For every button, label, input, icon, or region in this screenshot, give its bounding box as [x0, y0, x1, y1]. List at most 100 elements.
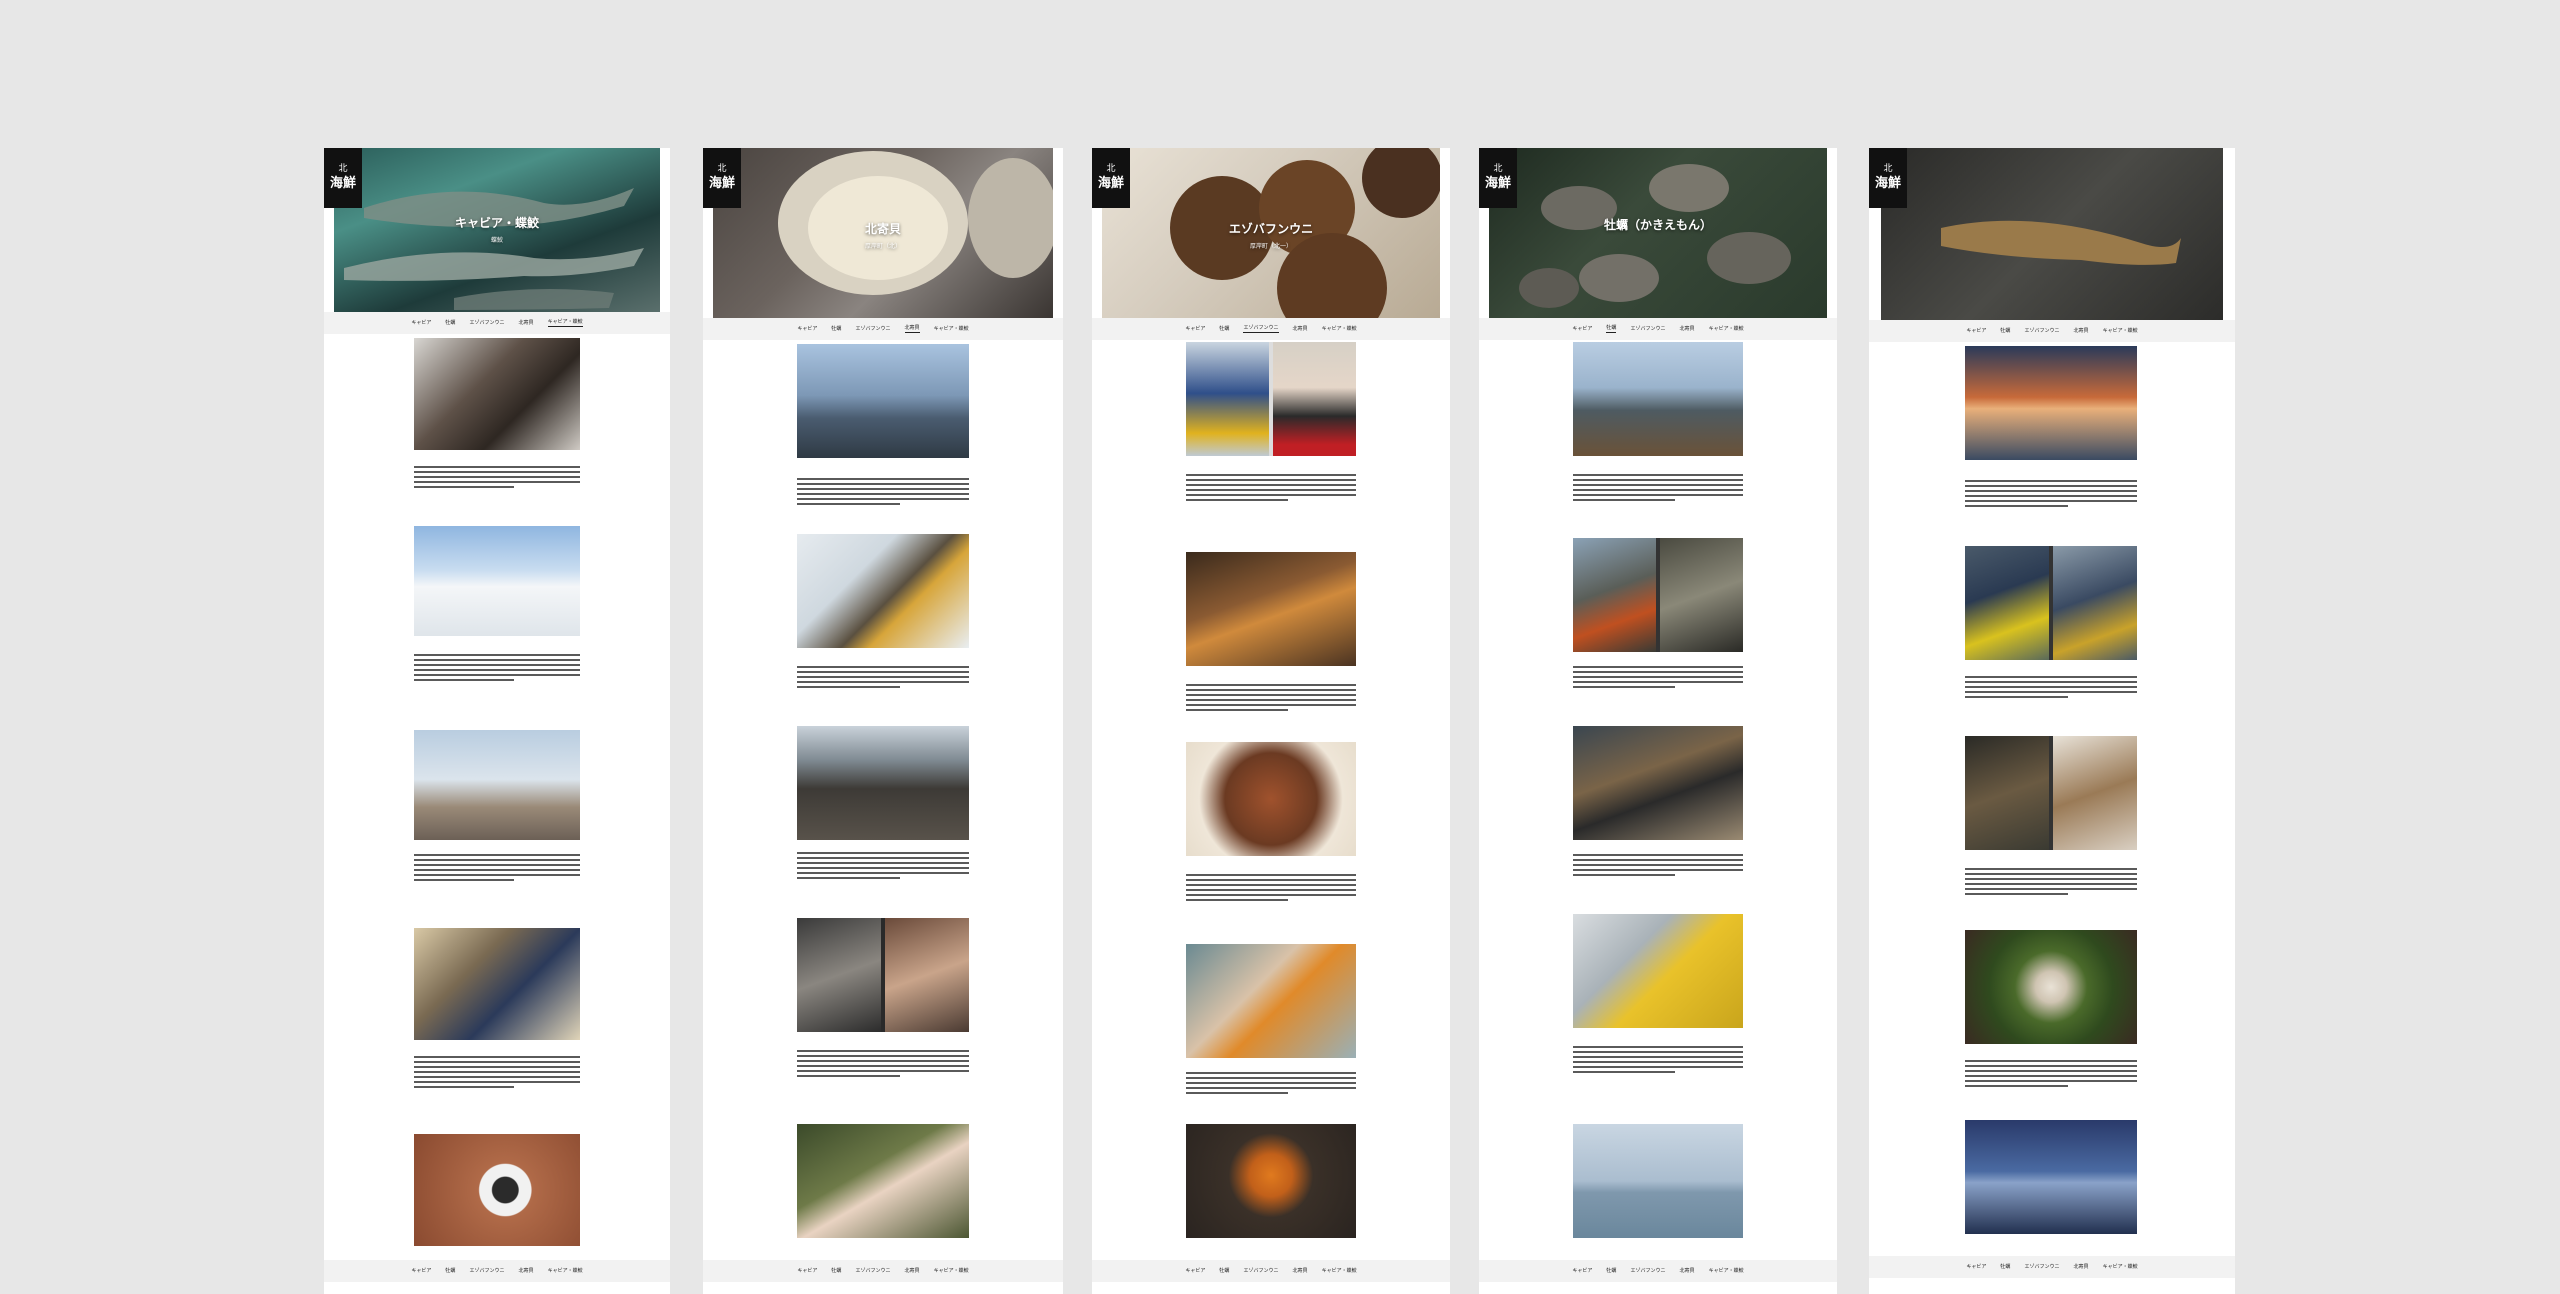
site-logo[interactable]: 北 海鮮	[324, 148, 362, 208]
product-tabs-footer: キャビア 牡蠣 エゾバフンウニ 北寄貝 キャビア・蝶鮫	[1479, 1260, 1837, 1282]
tab-oyster[interactable]: 牡蠣	[2000, 1264, 2010, 1271]
article-page-4: 北 海鮮 牡蠣（かきえもん） キャビア 牡蠣 エゾバフンウニ 北寄貝 キャビア・…	[1479, 148, 1837, 1294]
tab-oyster[interactable]: 牡蠣	[831, 1268, 841, 1275]
tab-caviar[interactable]: キャビア	[1966, 1264, 1986, 1271]
photo-right-half	[2053, 736, 2137, 850]
tab-sturgeon[interactable]: キャビア・蝶鮫	[548, 1268, 583, 1275]
article-paragraph	[1573, 666, 1743, 691]
page-title: キャビア・蝶鮫	[454, 216, 539, 230]
article-photo	[1186, 1124, 1356, 1238]
tab-caviar[interactable]: キャビア	[1185, 1268, 1205, 1275]
tab-caviar[interactable]: キャビア	[797, 1268, 817, 1275]
tab-surf-clam[interactable]: 北寄貝	[519, 1268, 534, 1275]
tab-sea-urchin[interactable]: エゾバフンウニ	[1243, 1268, 1278, 1275]
logo-small-text: 北	[338, 164, 348, 175]
tab-sturgeon[interactable]: キャビア・蝶鮫	[1709, 326, 1744, 333]
tab-sturgeon[interactable]: キャビア・蝶鮫	[1322, 1268, 1357, 1275]
tab-surf-clam[interactable]: 北寄貝	[2074, 1264, 2089, 1271]
article-photo	[414, 526, 580, 636]
article-photo	[414, 1134, 580, 1246]
article-photo	[797, 918, 969, 1032]
tab-caviar[interactable]: キャビア	[1572, 326, 1592, 333]
hero-section: 北 海鮮 エゾバフンウニ 厚岸町（北一）	[1092, 148, 1450, 344]
tab-sturgeon[interactable]: キャビア・蝶鮫	[1709, 1268, 1744, 1275]
article-photo	[1573, 914, 1743, 1028]
tab-oyster[interactable]: 牡蠣	[1606, 325, 1617, 333]
article-paragraph	[1186, 874, 1356, 904]
tab-caviar[interactable]: キャビア	[1185, 326, 1205, 333]
tab-surf-clam[interactable]: 北寄貝	[1293, 326, 1308, 333]
page-subtitle: 厚岸町（北一）	[1249, 243, 1292, 250]
article-photo	[1186, 742, 1356, 856]
article-paragraph	[1573, 854, 1743, 879]
article-page-2: 北 海鮮 北寄貝 厚岸町（北） キャビア 牡蠣 エゾバフンウニ 北寄貝 キャビア…	[703, 148, 1063, 1294]
article-photo	[1965, 346, 2137, 460]
article-paragraph	[1965, 480, 2137, 510]
tab-sea-urchin[interactable]: エゾバフンウニ	[855, 1268, 890, 1275]
tab-surf-clam[interactable]: 北寄貝	[2074, 328, 2089, 335]
tab-oyster[interactable]: 牡蠣	[1219, 1268, 1229, 1275]
photo-left-half	[1965, 546, 2049, 660]
tab-sturgeon[interactable]: キャビア・蝶鮫	[547, 319, 583, 327]
tab-surf-clam[interactable]: 北寄貝	[1293, 1268, 1308, 1275]
tab-sea-urchin[interactable]: エゾバフンウニ	[2024, 328, 2059, 335]
tab-surf-clam[interactable]: 北寄貝	[904, 325, 920, 333]
site-logo[interactable]: 北 海鮮	[703, 148, 741, 208]
article-page-3: 北 海鮮 エゾバフンウニ 厚岸町（北一） キャビア 牡蠣 エゾバフンウニ 北寄貝…	[1092, 148, 1450, 1294]
article-photo	[1965, 930, 2137, 1044]
site-logo[interactable]: 北 海鮮	[1092, 148, 1130, 208]
tab-sea-urchin[interactable]: エゾバフンウニ	[1630, 1268, 1665, 1275]
tab-surf-clam[interactable]: 北寄貝	[1680, 1268, 1695, 1275]
tab-oyster[interactable]: 牡蠣	[445, 320, 455, 327]
article-photo	[414, 338, 580, 450]
hero-title-block: 牡蠣（かきえもん）	[1479, 216, 1837, 237]
tab-sturgeon[interactable]: キャビア・蝶鮫	[934, 1268, 969, 1275]
tab-sea-urchin[interactable]: エゾバフンウニ	[1243, 325, 1279, 333]
tab-sea-urchin[interactable]: エゾバフンウニ	[469, 320, 504, 327]
tab-caviar[interactable]: キャビア	[797, 326, 817, 333]
tab-caviar[interactable]: キャビア	[411, 1268, 431, 1275]
tab-sturgeon[interactable]: キャビア・蝶鮫	[1322, 326, 1357, 333]
tab-sturgeon[interactable]: キャビア・蝶鮫	[934, 326, 969, 333]
tab-oyster[interactable]: 牡蠣	[831, 326, 841, 333]
article-paragraph	[414, 466, 580, 491]
tab-sea-urchin[interactable]: エゾバフンウニ	[1630, 326, 1665, 333]
article-photo	[1573, 726, 1743, 840]
hero-title-block: 北寄貝 厚岸町（北）	[703, 220, 1063, 250]
tab-caviar[interactable]: キャビア	[1966, 328, 1986, 335]
product-tabs: キャビア 牡蠣 エゾバフンウニ 北寄貝 キャビア・蝶鮫	[1869, 320, 2235, 342]
article-photo	[797, 344, 969, 458]
tab-sea-urchin[interactable]: エゾバフンウニ	[2024, 1264, 2059, 1271]
article-paragraph	[1965, 676, 2137, 701]
tab-surf-clam[interactable]: 北寄貝	[519, 320, 534, 327]
product-tabs-footer: キャビア 牡蠣 エゾバフンウニ 北寄貝 キャビア・蝶鮫	[703, 1260, 1063, 1282]
tab-sturgeon[interactable]: キャビア・蝶鮫	[2103, 328, 2138, 335]
site-logo[interactable]: 北 海鮮	[1869, 148, 1907, 208]
article-paragraph	[1573, 1046, 1743, 1076]
tab-sea-urchin[interactable]: エゾバフンウニ	[469, 1268, 504, 1275]
product-tabs-footer: キャビア 牡蠣 エゾバフンウニ 北寄貝 キャビア・蝶鮫	[1869, 1256, 2235, 1278]
tab-surf-clam[interactable]: 北寄貝	[905, 1268, 920, 1275]
article-paragraph	[1965, 868, 2137, 898]
tab-sea-urchin[interactable]: エゾバフンウニ	[855, 326, 890, 333]
page-title: 牡蠣（かきえもん）	[1603, 218, 1712, 232]
hero-title-block: キャビア・蝶鮫 蝶鮫	[324, 214, 670, 244]
article-photo	[797, 1124, 969, 1238]
article-paragraph	[797, 1050, 969, 1080]
article-paragraph	[1186, 684, 1356, 714]
article-paragraph	[414, 854, 580, 884]
tab-oyster[interactable]: 牡蠣	[2000, 328, 2010, 335]
article-paragraph	[797, 852, 969, 882]
article-paragraph	[797, 666, 969, 691]
tab-oyster[interactable]: 牡蠣	[445, 1268, 455, 1275]
tab-caviar[interactable]: キャビア	[1572, 1268, 1592, 1275]
article-paragraph	[414, 1056, 580, 1091]
site-logo[interactable]: 北 海鮮	[1479, 148, 1517, 208]
tab-oyster[interactable]: 牡蠣	[1606, 1268, 1616, 1275]
tab-caviar[interactable]: キャビア	[411, 320, 431, 327]
tab-oyster[interactable]: 牡蠣	[1219, 326, 1229, 333]
tab-surf-clam[interactable]: 北寄貝	[1680, 326, 1695, 333]
article-photo	[1965, 1120, 2137, 1234]
hero-section: 北 海鮮 牡蠣（かきえもん）	[1479, 148, 1837, 344]
tab-sturgeon[interactable]: キャビア・蝶鮫	[2103, 1264, 2138, 1271]
